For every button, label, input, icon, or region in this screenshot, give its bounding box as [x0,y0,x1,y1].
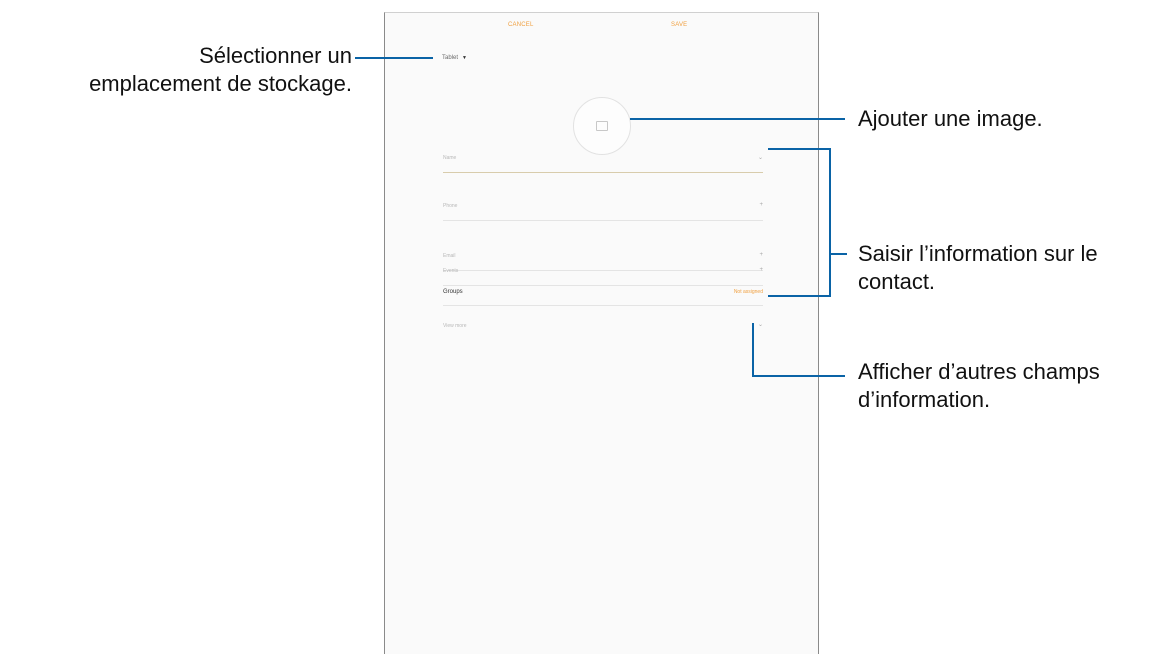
callout-storage-line2: emplacement de stockage. [89,71,352,96]
add-phone-icon[interactable]: + [759,202,763,208]
name-placeholder: Name [443,155,457,161]
name-field[interactable]: Name ⌄ [443,153,763,173]
callout-info-line1: Saisir l’information sur le [858,241,1098,266]
bracket-connector [831,253,847,255]
add-email-icon[interactable]: + [759,252,763,258]
groups-row[interactable]: Groups Not assigned [443,286,763,306]
callout-info: Saisir l’information sur le contact. [858,240,1098,296]
groups-label: Groups [443,289,463,295]
callout-storage-line1: Sélectionner un [199,43,352,68]
callout-more-line1: Afficher d’autres champs [858,359,1100,384]
add-event-icon[interactable]: + [759,267,763,273]
groups-value: Not assigned [733,289,763,295]
top-action-bar: CANCEL SAVE [385,13,818,45]
bracket-bottom [768,295,831,297]
storage-label: Tablet [442,55,459,61]
dropdown-caret-icon: ▼ [462,55,467,61]
camera-icon [596,121,608,131]
view-more-icon[interactable]: ⌄ [758,321,763,328]
bracket-vertical [829,148,831,297]
bracket-top [768,148,831,150]
view-more-label: View more [443,323,467,329]
callout-line-more-vertical [752,323,754,377]
phone-field[interactable]: Phone + [443,201,763,221]
events-placeholder: Events [443,268,459,274]
callout-image: Ajouter une image. [858,106,1043,131]
callout-more-line2: d’information. [858,387,991,412]
save-button[interactable]: SAVE [671,22,687,28]
phone-placeholder: Phone [443,203,458,209]
add-photo-button[interactable] [573,97,631,155]
callout-storage: Sélectionner un emplacement de stockage. [0,42,352,98]
callout-info-line2: contact. [858,269,936,294]
callout-line-more-horizontal [752,375,845,377]
callout-more: Afficher d’autres champs d’information. [858,358,1100,414]
view-more-row[interactable]: View more ⌄ [443,321,763,337]
callout-line-storage [355,57,433,59]
storage-location-selector[interactable]: Tablet ▼ [442,55,467,61]
events-field[interactable]: Events + [443,266,763,286]
cancel-button[interactable]: CANCEL [508,22,534,28]
email-placeholder: Email [443,253,456,259]
callout-line-image [630,118,845,120]
expand-name-icon[interactable]: ⌄ [758,154,763,161]
